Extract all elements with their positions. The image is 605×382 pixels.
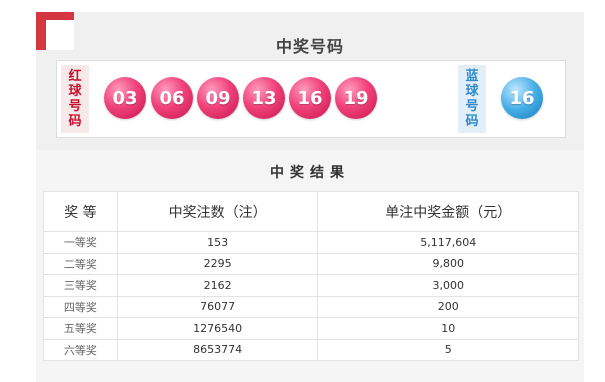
table-row: 二等奖 2295 9,800: [43, 252, 579, 275]
table-row: 一等奖 153 5,117,604: [43, 231, 579, 254]
winning-numbers-box: 红 球 号 码 03 06 09 13 16 19 蓝 球 号 码 16: [56, 60, 566, 138]
winner-count: 153: [116, 231, 319, 254]
prize-amount: 5: [317, 338, 579, 361]
header-count: 中奖注数（注）: [116, 191, 319, 232]
results-table: 奖 等 中奖注数（注） 单注中奖金额（元） 一等奖 153 5,117,604 …: [43, 191, 579, 361]
results-title: 中奖结果: [270, 165, 350, 181]
table-row: 五等奖 1276540 10: [43, 317, 579, 340]
winner-count: 1276540: [116, 317, 319, 340]
prize-level: 六等奖: [43, 338, 118, 361]
winner-count: 8653774: [116, 338, 319, 361]
red-label-char: 球: [68, 84, 82, 99]
winning-numbers-title: 中奖号码: [275, 37, 344, 56]
prize-amount: 5,117,604: [317, 231, 579, 254]
prize-level: 二等奖: [43, 252, 118, 275]
prize-level: 一等奖: [43, 231, 118, 254]
table-header-row: 奖 等 中奖注数（注） 单注中奖金额（元）: [43, 191, 579, 232]
prize-amount: 200: [317, 295, 579, 318]
red-ball: 09: [197, 77, 239, 119]
red-ball: 19: [335, 77, 377, 119]
red-label-char: 红: [68, 69, 82, 84]
red-label-char: 号: [68, 99, 82, 114]
blue-ball: 16: [501, 77, 543, 119]
table-row: 三等奖 2162 3,000: [43, 274, 579, 297]
red-label-char: 码: [68, 114, 82, 129]
winner-count: 2162: [116, 274, 319, 297]
winner-count: 76077: [116, 295, 319, 318]
red-ball: 16: [289, 77, 331, 119]
header-level: 奖 等: [43, 191, 118, 232]
red-ball: 03: [104, 77, 146, 119]
red-ball-label: 红 球 号 码: [61, 65, 89, 133]
blue-label-char: 球: [465, 84, 479, 99]
prize-amount: 10: [317, 317, 579, 340]
prize-amount: 3,000: [317, 274, 579, 297]
table-row: 四等奖 76077 200: [43, 295, 579, 318]
header-amount: 单注中奖金额（元）: [317, 191, 579, 232]
blue-ball-label: 蓝 球 号 码: [458, 65, 486, 133]
winner-count: 2295: [116, 252, 319, 275]
prize-level: 四等奖: [43, 295, 118, 318]
red-ball: 13: [243, 77, 285, 119]
prize-amount: 9,800: [317, 252, 579, 275]
red-ball: 06: [151, 77, 193, 119]
blue-label-char: 号: [465, 99, 479, 114]
blue-label-char: 蓝: [465, 69, 479, 84]
prize-level: 三等奖: [43, 274, 118, 297]
prize-level: 五等奖: [43, 317, 118, 340]
blue-label-char: 码: [465, 114, 479, 129]
table-row: 六等奖 8653774 5: [43, 338, 579, 361]
